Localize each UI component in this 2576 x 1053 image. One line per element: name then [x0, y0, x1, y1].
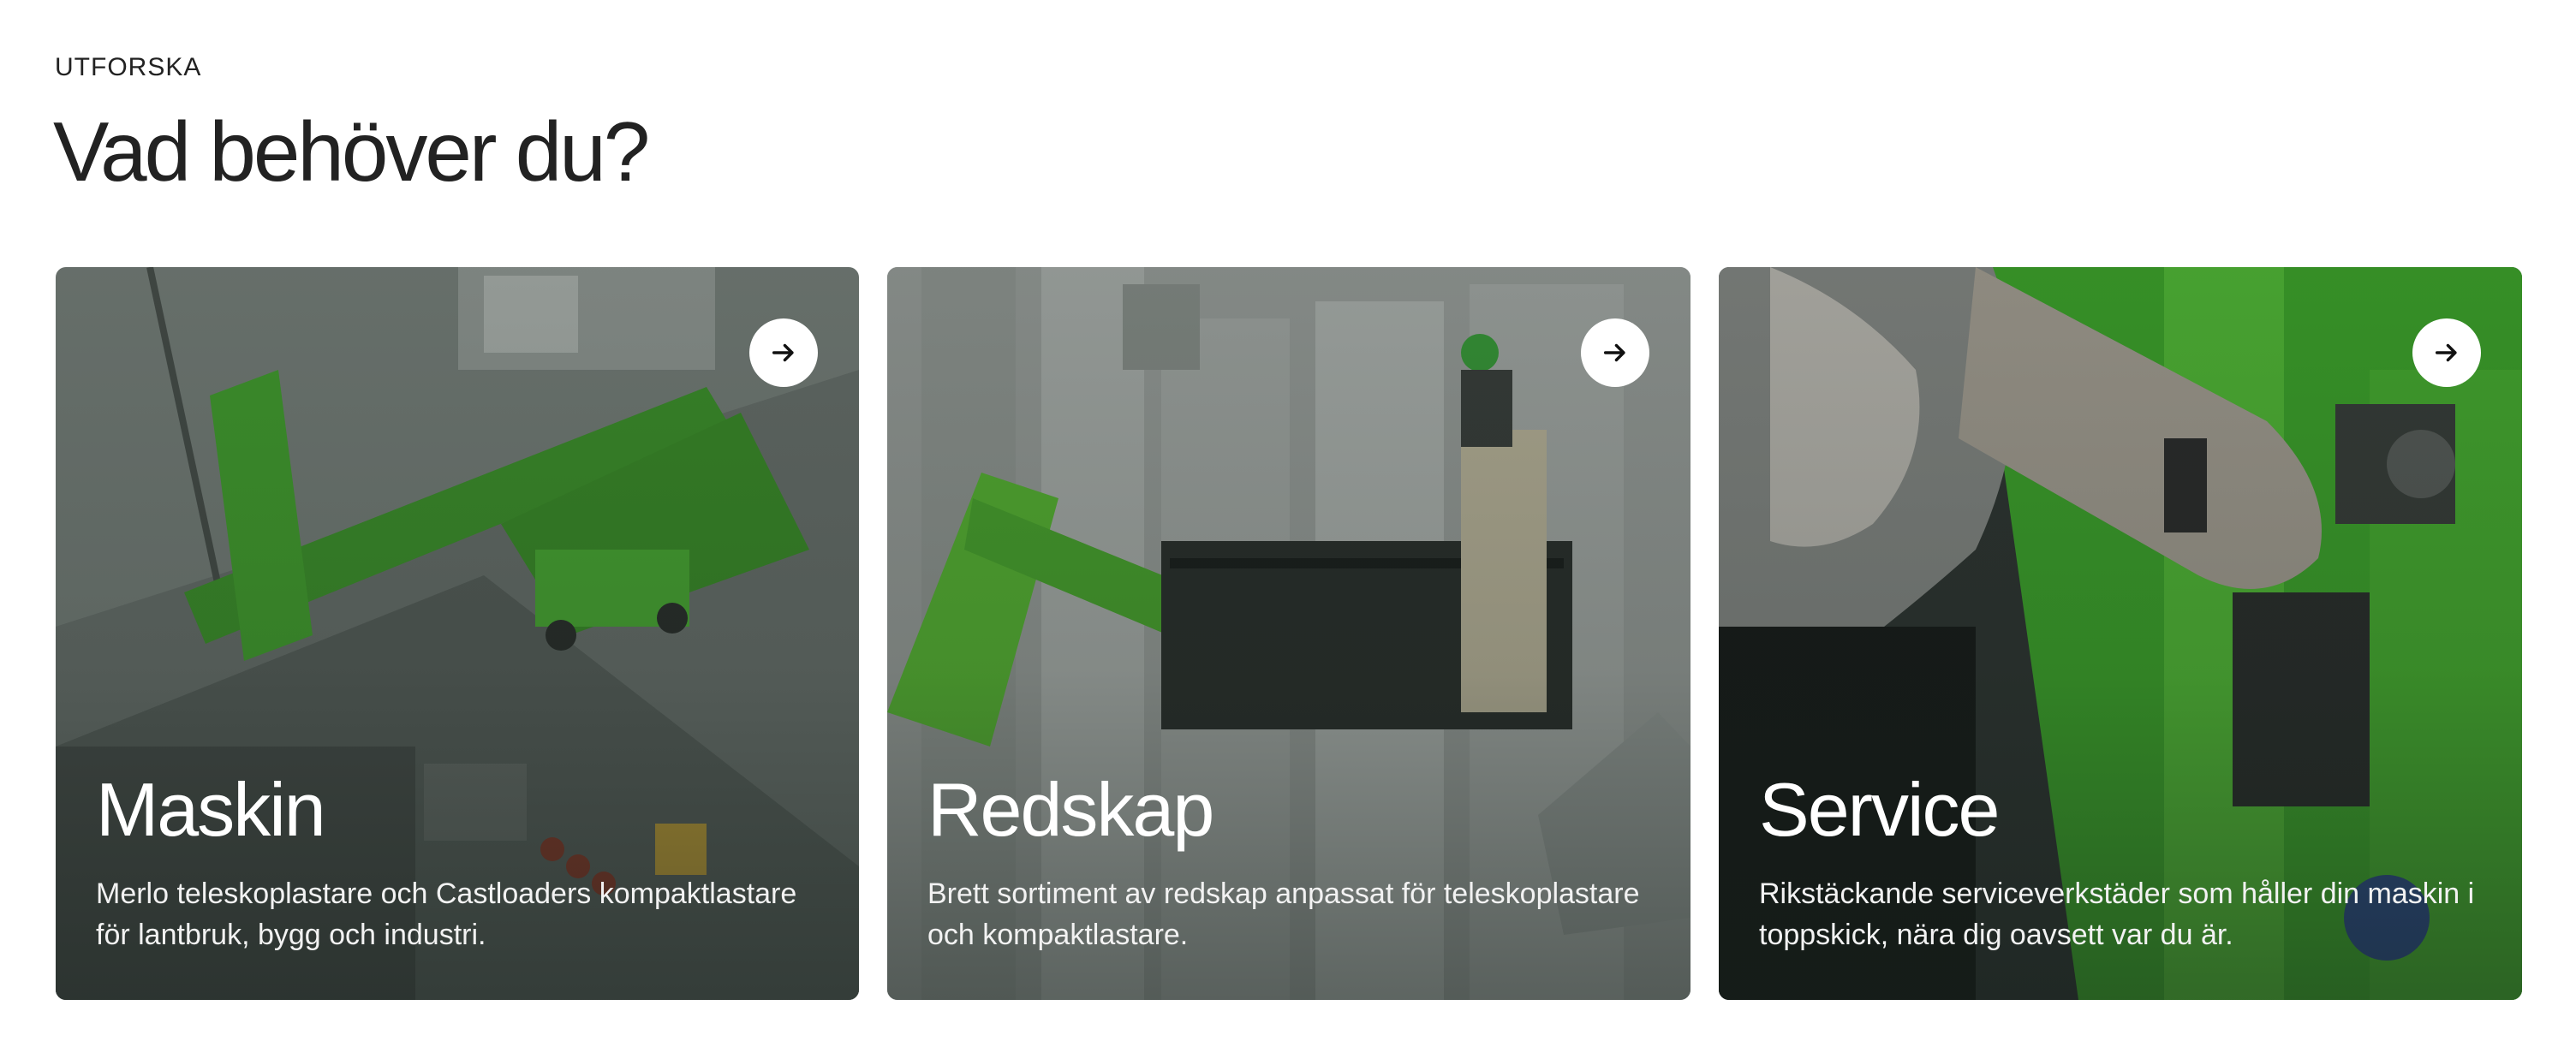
- card-service-text: Service Rikstäckande serviceverkstäder s…: [1759, 772, 2488, 955]
- arrow-right-icon: [2435, 343, 2457, 362]
- card-redskap-text: Redskap Brett sortiment av redskap anpas…: [927, 772, 1656, 955]
- card-service[interactable]: Service Rikstäckande serviceverkstäder s…: [1719, 267, 2522, 1000]
- card-maskin-text: Maskin Merlo teleskoplastare och Castloa…: [96, 772, 825, 955]
- card-title: Service: [1759, 767, 2000, 852]
- arrow-right-icon: [1603, 343, 1625, 362]
- card-title: Maskin: [96, 767, 326, 852]
- explore-section: UTFORSKA Vad behöver du? Maskin Merlo te…: [0, 0, 2576, 1053]
- category-cards: Maskin Merlo teleskoplastare och Castloa…: [56, 267, 2524, 1000]
- card-service-arrow-button[interactable]: [2412, 318, 2481, 387]
- card-title: Redskap: [927, 767, 1214, 852]
- card-maskin[interactable]: Maskin Merlo teleskoplastare och Castloa…: [56, 267, 859, 1000]
- arrow-right-icon: [772, 343, 794, 362]
- card-maskin-arrow-button[interactable]: [749, 318, 818, 387]
- card-redskap[interactable]: Redskap Brett sortiment av redskap anpas…: [887, 267, 1690, 1000]
- card-description: Rikstäckande serviceverkstäder som hålle…: [1759, 878, 2475, 951]
- section-eyebrow: UTFORSKA: [55, 53, 202, 81]
- card-description: Brett sortiment av redskap anpassat för …: [927, 878, 1640, 951]
- section-heading: Vad behöver du?: [53, 104, 650, 199]
- card-redskap-arrow-button[interactable]: [1581, 318, 1649, 387]
- card-description: Merlo teleskoplastare och Castloaders ko…: [96, 878, 797, 951]
